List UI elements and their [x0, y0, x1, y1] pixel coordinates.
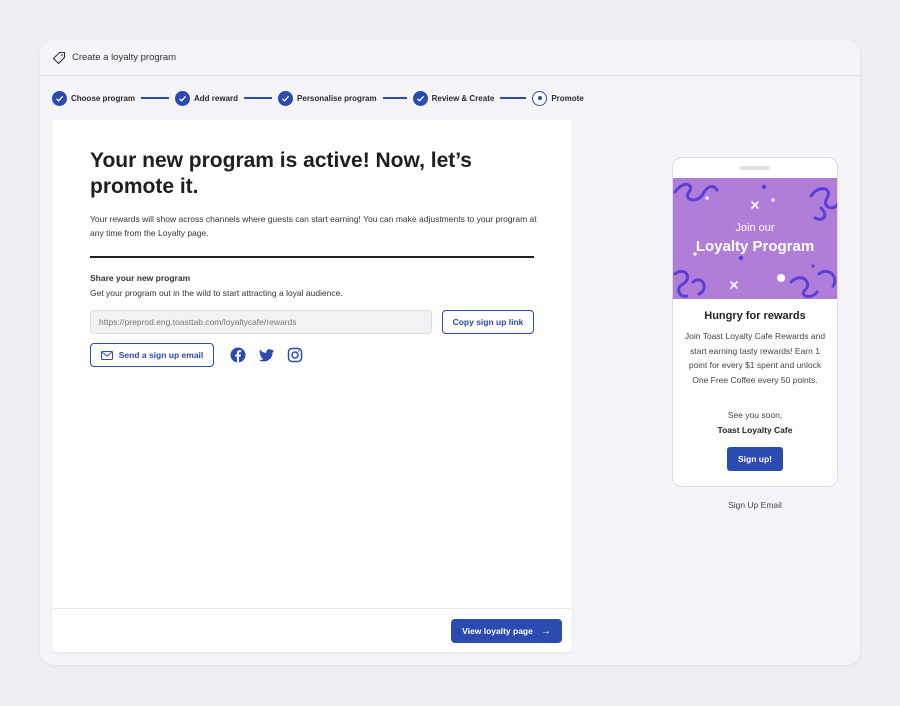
page-description: Your rewards will show across channels w…	[90, 214, 537, 238]
step-connector	[244, 97, 273, 99]
hero-title: Loyalty Program	[695, 238, 815, 255]
step-connector	[382, 97, 407, 99]
phone-speaker	[740, 166, 770, 170]
signup-email-preview: Join our Loyalty Program Hungry for rewa…	[672, 157, 838, 487]
card-footer: View loyalty page →	[52, 608, 572, 652]
step-review-create[interactable]: Review & Create	[412, 90, 495, 106]
preview-caption: Sign Up Email	[728, 500, 782, 510]
preview-heading: Hungry for rewards	[704, 310, 806, 322]
preview-body: Join Toast Loyalty Cafe Rewards and star…	[684, 331, 826, 385]
check-icon	[278, 90, 294, 106]
copy-signup-link-button[interactable]: Copy sign up link	[442, 310, 534, 334]
arrow-right-icon: →	[540, 625, 551, 637]
twitter-icon[interactable]	[259, 347, 275, 363]
view-loyalty-page-label: View loyalty page	[462, 626, 533, 636]
section-divider	[90, 256, 534, 258]
mail-icon	[100, 350, 113, 360]
check-icon	[412, 90, 428, 106]
instagram-icon[interactable]	[287, 347, 303, 363]
step-label: Choose program	[71, 93, 136, 103]
share-section-subtitle: Get your program out in the wild to star…	[90, 288, 343, 298]
tag-icon	[52, 51, 66, 65]
current-step-icon	[532, 90, 548, 106]
check-icon	[175, 90, 191, 106]
view-loyalty-page-button[interactable]: View loyalty page →	[451, 619, 562, 643]
preview-signup-button: Sign up!	[727, 447, 783, 471]
step-label: Personalise program	[297, 93, 377, 103]
app-window: Create a loyalty program Choose program …	[40, 40, 860, 665]
step-add-reward[interactable]: Add reward	[175, 90, 239, 106]
check-icon	[52, 90, 67, 106]
hero-banner: Join our Loyalty Program	[673, 178, 837, 299]
send-email-label: Send a sign up email	[118, 350, 204, 360]
step-connector	[141, 97, 170, 99]
hero-subtitle: Join our	[735, 222, 775, 234]
step-label: Add reward	[194, 93, 239, 103]
step-personalise-program[interactable]: Personalise program	[278, 90, 377, 106]
facebook-icon[interactable]	[230, 347, 246, 363]
step-connector	[500, 97, 527, 99]
send-signup-email-button[interactable]: Send a sign up email	[90, 343, 214, 367]
signup-link-input[interactable]	[90, 310, 432, 334]
promote-card: Your new program is active! Now, let’s p…	[52, 120, 572, 652]
step-promote[interactable]: Promote	[532, 90, 584, 106]
progress-stepper: Choose program Add reward Personalise pr…	[52, 89, 584, 107]
step-label: Review & Create	[431, 93, 495, 103]
step-choose-program[interactable]: Choose program	[52, 90, 136, 106]
step-label: Promote	[551, 93, 584, 103]
preview-sign-off: See you soon,	[727, 410, 783, 420]
window-titlebar: Create a loyalty program	[40, 40, 860, 76]
page-title: Your new program is active! Now, let’s p…	[90, 149, 472, 198]
window-title: Create a loyalty program	[72, 52, 177, 63]
share-section-title: Share your new program	[90, 273, 191, 283]
preview-brand-name: Toast Loyalty Cafe	[717, 425, 793, 435]
